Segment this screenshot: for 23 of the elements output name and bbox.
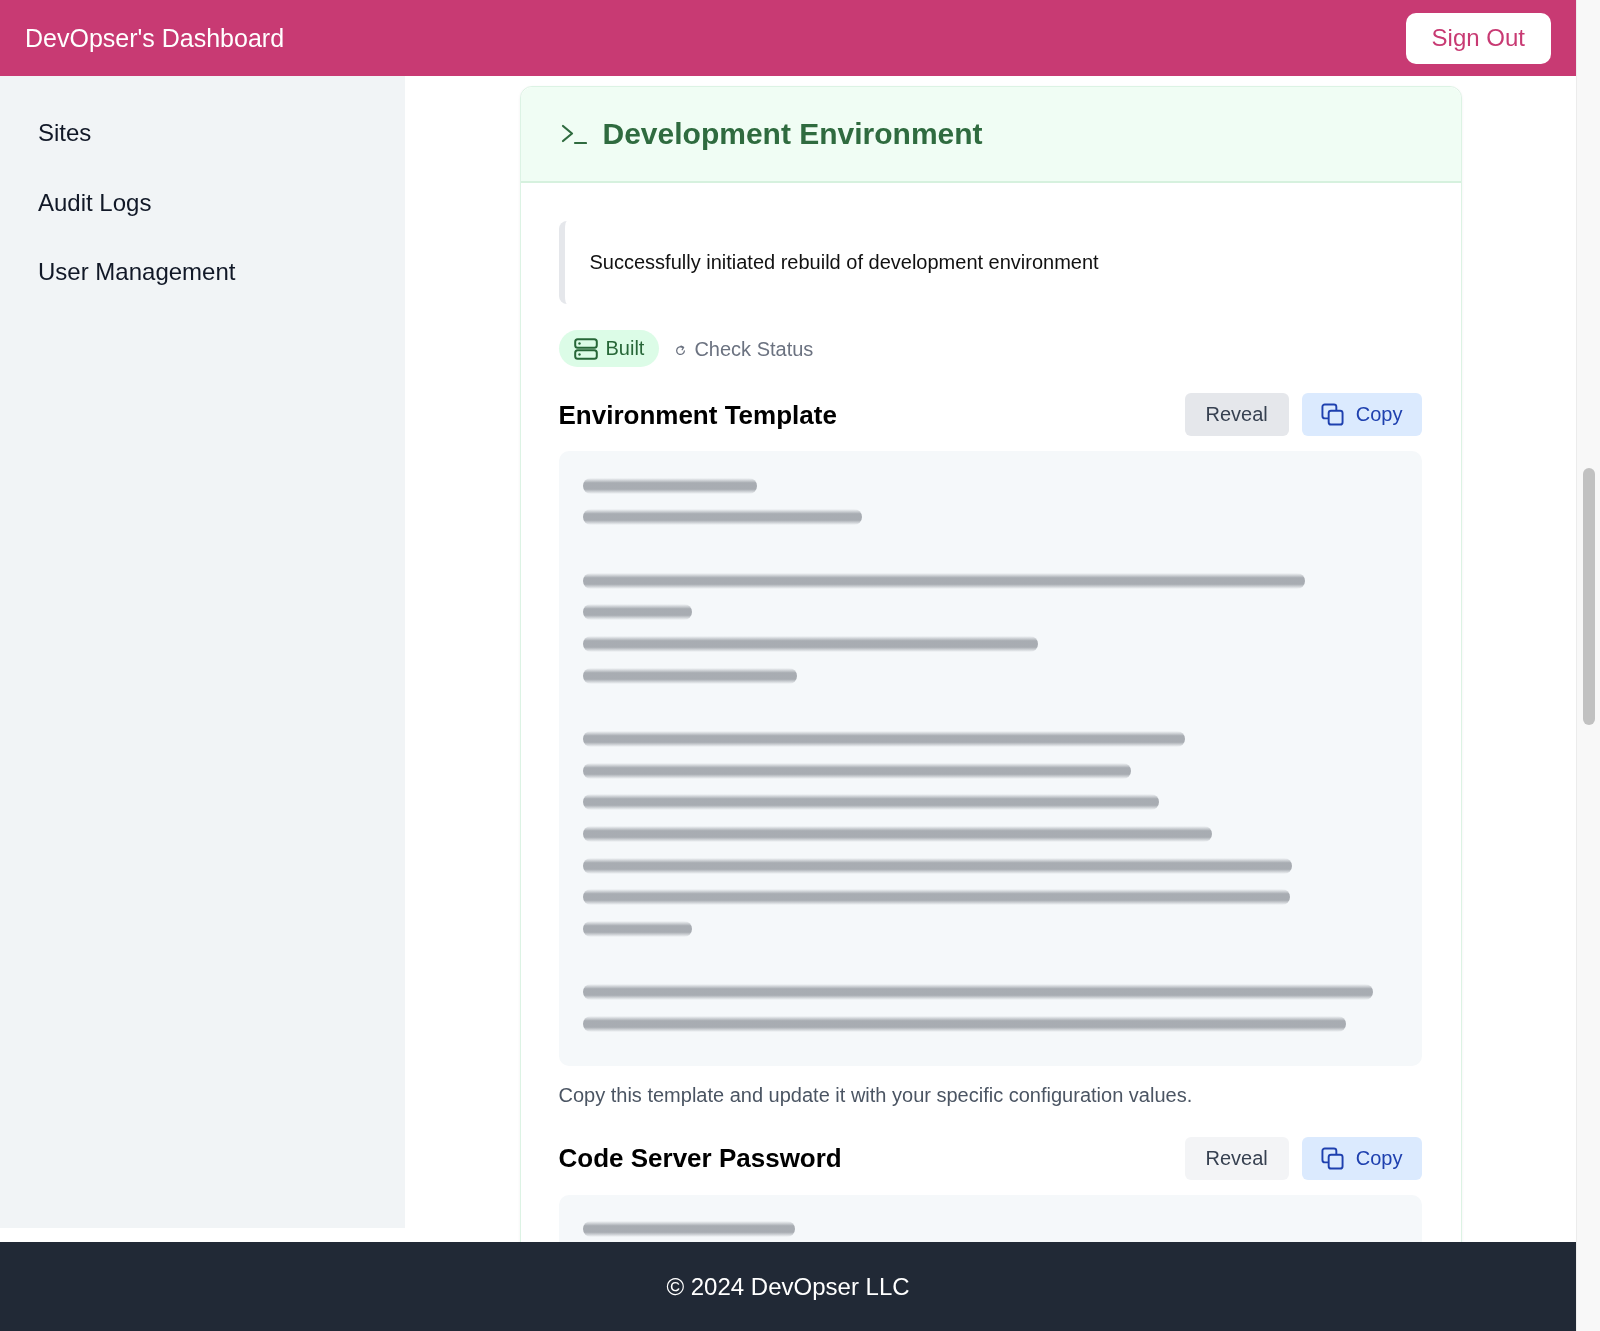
sidebar-link[interactable]: Audit Logs (38, 188, 152, 217)
success-message: Successfully initiated rebuild of development environment (558, 221, 1422, 304)
section-title: Code Server Password (558, 1143, 842, 1174)
terminal-icon (560, 123, 587, 145)
copy-icon (1320, 403, 1344, 426)
copy-button[interactable]: Copy (1301, 1136, 1422, 1180)
reveal-button[interactable]: Reveal (1184, 393, 1289, 436)
help-text: Copy this template and update it with your specific configuration values. (558, 1082, 1194, 1107)
sidebar-link[interactable]: User Management (38, 258, 236, 286)
check-status-link[interactable]: Check Status (675, 336, 814, 361)
reveal-button[interactable]: Reveal (1184, 1136, 1289, 1180)
server-icon (573, 337, 598, 360)
copy-icon (1320, 1146, 1344, 1170)
refresh-icon (675, 344, 687, 356)
scrollbar-thumb[interactable] (1583, 468, 1595, 725)
card-title: Development Environment (602, 116, 983, 152)
sign-out-button[interactable]: Sign Out (1405, 12, 1551, 64)
dashboard-title: DevOpser's Dashboard (25, 23, 285, 53)
copy-button[interactable]: Copy (1301, 393, 1422, 436)
section-title: Environment Template (558, 399, 837, 430)
copyright-text: © 2024 DevOpser LLC (666, 1272, 910, 1301)
sidebar-link[interactable]: Sites (38, 119, 92, 147)
status-label: Built (605, 337, 645, 360)
